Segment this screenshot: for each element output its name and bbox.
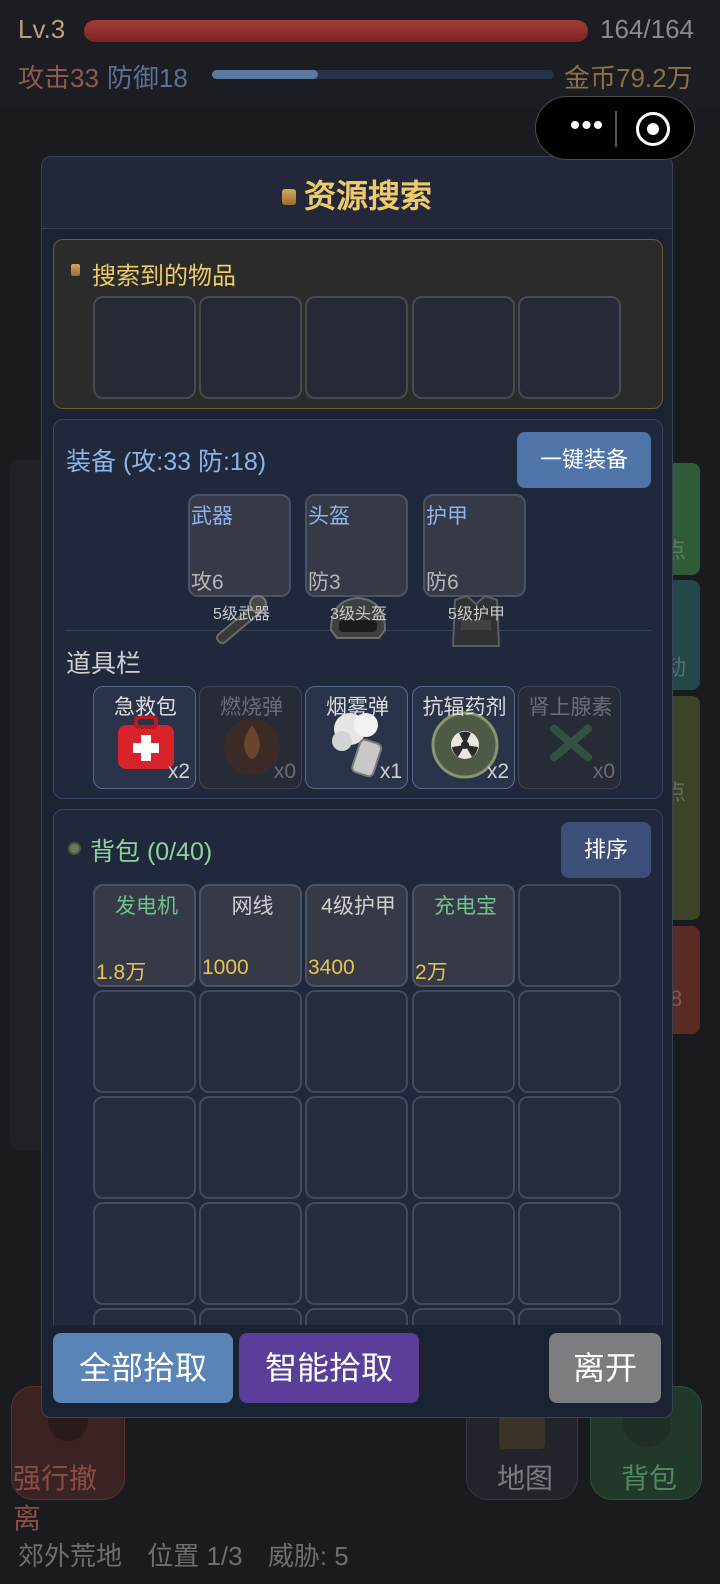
- smart-pick-button[interactable]: 智能拾取: [239, 1333, 419, 1403]
- backpack-small-icon: [68, 842, 81, 855]
- bag-empty-slot[interactable]: [199, 1202, 302, 1305]
- bag-item[interactable]: 发电机 1.8万: [93, 884, 196, 987]
- status-bar: 郊外荒地 位置 1/3 威胁: 5: [18, 1536, 367, 1573]
- helmet-slot[interactable]: 头盔 防3 3级头盔: [305, 494, 408, 639]
- tool-count: x0: [273, 760, 296, 783]
- bag-empty-slot[interactable]: [93, 990, 196, 1093]
- crate-icon: [281, 189, 296, 205]
- evacuate-label: 强行撤离: [13, 1463, 98, 1534]
- tool-name: 燃烧弹: [220, 696, 283, 719]
- game-screen: Lv.3 164/164 攻击33 防御18 金币79.2万 ••• 点 动 点 …: [0, 0, 720, 1584]
- atk-def-stats: 攻击33 防御18: [18, 58, 188, 95]
- location-name: 郊外荒地: [18, 1541, 123, 1571]
- bag-empty-slot[interactable]: [412, 990, 515, 1093]
- tool-count: x2: [486, 760, 509, 783]
- bag-empty-slot[interactable]: [305, 1202, 408, 1305]
- pick-all-button[interactable]: 全部拾取: [53, 1333, 233, 1403]
- crate-small-icon: [71, 264, 80, 276]
- resource-search-modal: 资源搜索 搜索到的物品 装备 (攻:33 防:18) 一键装备 武器 攻6 5级…: [41, 156, 673, 1418]
- slot-level: 3级头盔: [330, 606, 387, 623]
- bag-empty-slot[interactable]: [305, 990, 408, 1093]
- hp-bar: [84, 20, 588, 42]
- slot-level: 5级武器: [213, 606, 270, 623]
- slot-name: 护甲: [426, 505, 468, 528]
- threat-level: 威胁: 5: [267, 1541, 349, 1571]
- capsule-divider: [615, 111, 617, 147]
- equipment-title: 装备 (攻:33 防:18): [66, 448, 267, 476]
- found-slot[interactable]: [93, 296, 196, 399]
- bag-empty-slot[interactable]: [518, 990, 621, 1093]
- xp-bar-fill: [212, 70, 319, 79]
- attack-stat: 攻击33: [18, 63, 99, 93]
- bag-item[interactable]: 4级护甲 3400: [305, 884, 408, 987]
- xp-bar: [212, 70, 554, 79]
- bag-empty-slot[interactable]: [518, 884, 621, 987]
- tool-first-aid[interactable]: 急救包 x2: [93, 686, 196, 789]
- found-slot[interactable]: [518, 296, 621, 399]
- item-name: 发电机: [115, 895, 178, 918]
- leave-button[interactable]: 离开: [549, 1333, 661, 1403]
- hp-text: 164/164: [600, 14, 694, 44]
- auto-equip-button[interactable]: 一键装备: [517, 432, 651, 488]
- tool-count: x1: [379, 760, 402, 783]
- item-price: 3400: [308, 956, 355, 979]
- more-dots-icon[interactable]: •••: [558, 111, 616, 147]
- location-position: 位置 1/3: [147, 1541, 243, 1571]
- top-hud: Lv.3 164/164 攻击33 防御18 金币79.2万: [0, 0, 720, 108]
- map-label: 地图: [497, 1463, 554, 1494]
- found-slot[interactable]: [412, 296, 515, 399]
- tool-name: 烟雾弹: [326, 696, 389, 719]
- slot-name: 武器: [191, 505, 233, 528]
- bag-empty-slot[interactable]: [412, 1202, 515, 1305]
- bag-empty-slot[interactable]: [199, 990, 302, 1093]
- item-name: 4级护甲: [321, 895, 396, 918]
- found-slot[interactable]: [305, 296, 408, 399]
- bag-empty-slot[interactable]: [305, 1096, 408, 1199]
- bag-item[interactable]: 网线 1000: [199, 884, 302, 987]
- bag-empty-slot[interactable]: [518, 1202, 621, 1305]
- tool-count: x0: [592, 760, 615, 783]
- defense-stat: 防御18: [106, 63, 188, 93]
- item-name: 充电宝: [434, 895, 497, 918]
- tool-fire-bomb[interactable]: 燃烧弹 x0: [199, 686, 302, 789]
- found-slot[interactable]: [199, 296, 302, 399]
- tool-name: 肾上腺素: [528, 696, 613, 719]
- item-price: 1000: [202, 956, 249, 979]
- found-items-title: 搜索到的物品: [92, 263, 236, 290]
- tool-name: 急救包: [114, 696, 177, 719]
- weapon-slot[interactable]: 武器 攻6 5级武器: [188, 494, 291, 645]
- item-price: 2万: [415, 961, 448, 984]
- tool-adrenaline[interactable]: 肾上腺素 x0: [518, 686, 621, 789]
- bag-empty-slot[interactable]: [93, 1202, 196, 1305]
- bag-item[interactable]: 充电宝 2万: [412, 884, 515, 987]
- bag-empty-slot[interactable]: [93, 1096, 196, 1199]
- modal-title-text: 资源搜索: [303, 178, 432, 214]
- miniprogram-capsule: •••: [535, 96, 695, 160]
- item-name: 网线: [231, 895, 274, 918]
- tool-name: 抗辐药剂: [422, 696, 507, 719]
- found-items-panel: 搜索到的物品: [53, 239, 663, 409]
- gold-amount: 金币79.2万: [564, 63, 693, 93]
- item-price: 1.8万: [96, 961, 147, 984]
- backpack-title: 背包 (0/40): [90, 838, 213, 866]
- target-circle-icon[interactable]: [636, 112, 670, 146]
- slot-level: 5级护甲: [448, 606, 505, 623]
- tool-smoke-grenade[interactable]: 烟雾弹 x1: [305, 686, 408, 789]
- tools-title: 道具栏: [66, 650, 142, 678]
- armor-slot[interactable]: 护甲 防6 5级护甲: [423, 494, 526, 647]
- bag-empty-slot[interactable]: [412, 1096, 515, 1199]
- modal-footer: 全部拾取 智能拾取 离开: [42, 1325, 672, 1417]
- equipment-panel: 装备 (攻:33 防:18) 一键装备 武器 攻6 5级武器 头盔 防3 3级头…: [53, 419, 663, 799]
- slot-name: 头盔: [308, 505, 350, 528]
- level-label: Lv.3: [18, 14, 66, 44]
- modal-header: 资源搜索: [42, 157, 672, 229]
- bag-label: 背包: [621, 1463, 678, 1494]
- tool-anti-radiation[interactable]: 抗辐药剂 x2: [412, 686, 515, 789]
- tool-count: x2: [167, 760, 190, 783]
- bag-empty-slot[interactable]: [518, 1096, 621, 1199]
- sort-button[interactable]: 排序: [561, 822, 651, 878]
- modal-title: 资源搜索: [42, 171, 672, 217]
- bag-empty-slot[interactable]: [199, 1096, 302, 1199]
